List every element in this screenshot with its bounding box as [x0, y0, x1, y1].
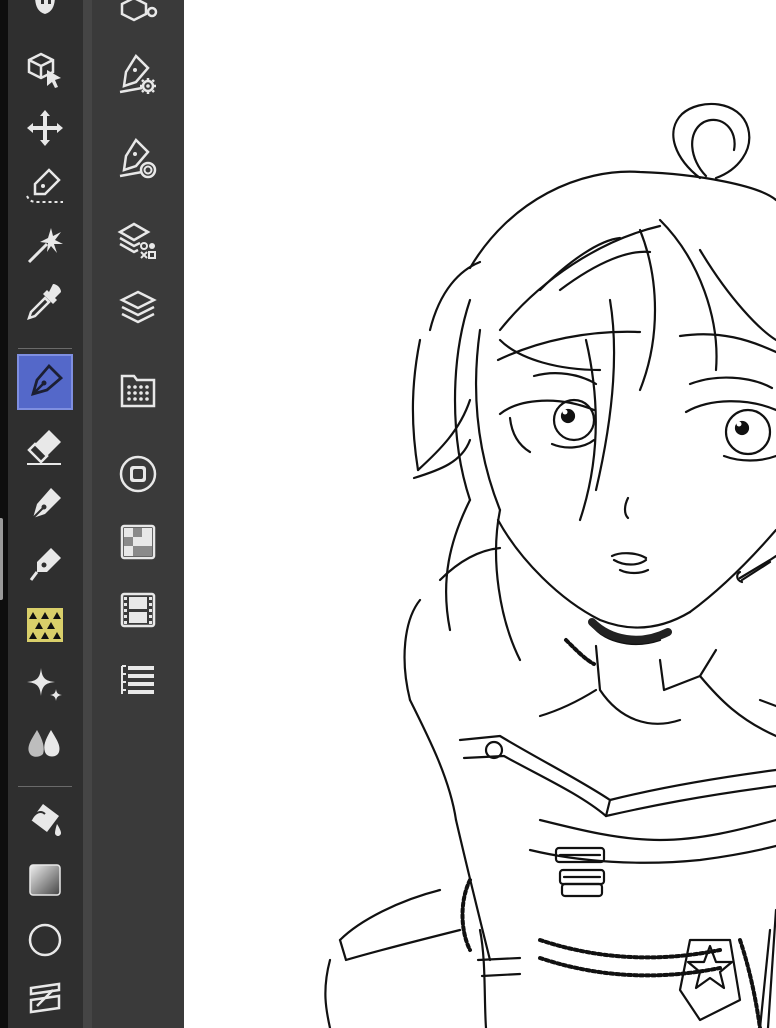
history-list-icon	[121, 665, 154, 694]
brush-size-panel-button[interactable]	[110, 130, 166, 186]
sparkle-tool-button[interactable]	[17, 656, 73, 712]
tool-separator	[18, 786, 72, 787]
history-panel-button[interactable]	[110, 652, 166, 708]
brush-size-icon	[119, 138, 157, 179]
auto-select-tool-button[interactable]	[17, 216, 73, 272]
object-select-icon	[27, 52, 61, 88]
ruler-tool-button[interactable]	[17, 970, 73, 1026]
magic-wand-icon	[27, 228, 63, 264]
pen-nib-icon	[30, 363, 64, 397]
material-folder-icon	[120, 374, 156, 408]
circle-shape-icon	[28, 923, 62, 957]
layer-property-panel-button[interactable]	[110, 212, 166, 268]
object-tool-button[interactable]	[17, 42, 73, 98]
figure-tool-button[interactable]	[17, 912, 73, 968]
gradient-icon	[29, 864, 61, 896]
layer-property-icon	[117, 222, 156, 259]
palette-divider[interactable]	[83, 0, 92, 1028]
sub-tool-icon	[120, 0, 158, 22]
eyedropper-icon	[27, 284, 61, 320]
tool-separator	[18, 348, 72, 349]
sparkle-icon	[27, 668, 62, 701]
airbrush-tool-button[interactable]	[17, 536, 73, 592]
airbrush-icon	[29, 548, 61, 581]
tool-palette	[8, 0, 83, 1028]
fill-tool-button[interactable]	[17, 792, 73, 848]
tool-property-panel-button[interactable]	[110, 46, 166, 102]
blend-drops-icon	[28, 730, 60, 757]
drawing-canvas[interactable]	[184, 0, 776, 1028]
hand-icon	[35, 0, 55, 14]
tool-property-icon	[119, 54, 156, 94]
eraser-icon	[27, 430, 61, 465]
edge-handle[interactable]	[0, 518, 3, 600]
timeline-panel-button[interactable]	[110, 582, 166, 638]
move-tool-button[interactable]	[17, 100, 73, 156]
navigator-icon	[119, 455, 157, 493]
film-icon	[120, 592, 156, 628]
selection-pen-tool-button[interactable]	[17, 158, 73, 214]
panel-icon-bar	[92, 0, 184, 1028]
sub-tool-panel-button[interactable]	[110, 0, 166, 34]
selection-pen-icon	[26, 168, 63, 203]
navigator-panel-button[interactable]	[110, 446, 166, 502]
hand-tool-button[interactable]	[17, 0, 73, 40]
pen-tool-button[interactable]	[17, 354, 73, 410]
color-set-icon	[120, 524, 156, 560]
decoration-pattern-icon	[27, 608, 63, 642]
color-set-panel-button[interactable]	[110, 514, 166, 570]
layer-stack-icon	[119, 290, 157, 324]
blend-tool-button[interactable]	[17, 716, 73, 772]
move-icon	[27, 110, 63, 146]
fill-bucket-icon	[30, 804, 61, 836]
brush-tool-button[interactable]	[17, 476, 73, 532]
eraser-tool-button[interactable]	[17, 418, 73, 474]
left-edge	[0, 0, 8, 1028]
eyedropper-tool-button[interactable]	[17, 274, 73, 330]
decoration-tool-button[interactable]	[17, 596, 73, 652]
brush-icon	[32, 488, 61, 519]
ruler-icon	[29, 982, 61, 1014]
material-panel-button[interactable]	[110, 362, 166, 418]
gradient-tool-button[interactable]	[17, 852, 73, 908]
layer-panel-button[interactable]	[110, 280, 166, 336]
line-art-illustration	[324, 102, 776, 1028]
